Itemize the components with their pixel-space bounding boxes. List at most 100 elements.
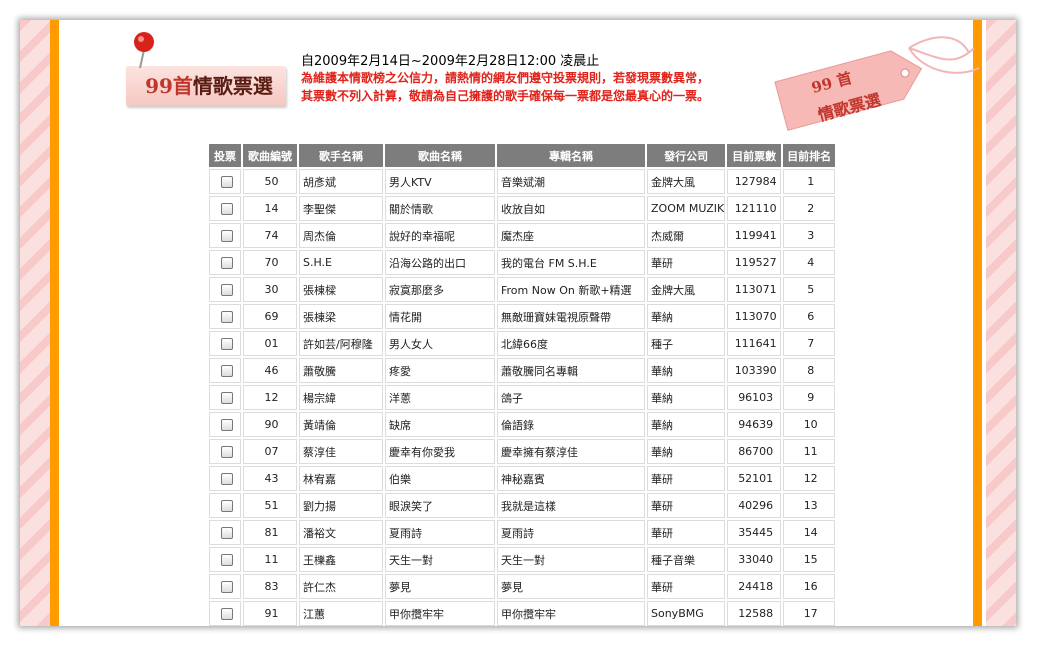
vote-checkbox-cell [209, 277, 241, 302]
artist-name: 潘裕文 [299, 520, 383, 545]
label-name: 華納 [647, 358, 726, 383]
vote-checkbox[interactable] [220, 203, 233, 215]
artist-name: 許仁杰 [299, 574, 383, 599]
album-name: 倫語錄 [497, 412, 645, 437]
table-row: 30 張棟樑 寂寞那麼多 From Now On 新歌+精選 金牌大風 113071 5 [209, 277, 836, 302]
vote-checkbox-cell [209, 493, 241, 518]
vote-checkbox[interactable] [220, 338, 233, 350]
rank: 11 [783, 439, 836, 464]
label-name: 華研 [647, 574, 726, 599]
vote-count: 33040 [727, 547, 782, 572]
album-name: 我的電台 FM S.H.E [497, 250, 645, 275]
label-name: 華納 [647, 439, 726, 464]
artist-name: 張棟梁 [299, 304, 383, 329]
table-row: 74 周杰倫 說好的幸福呢 魔杰座 杰威爾 119941 3 [209, 223, 836, 248]
song-number: 83 [243, 574, 297, 599]
song-title: 洋蔥 [385, 385, 495, 410]
vote-checkbox-cell [209, 358, 241, 383]
song-number: 69 [243, 304, 297, 329]
vote-count: 52101 [727, 466, 782, 491]
vote-checkbox[interactable] [220, 365, 233, 377]
album-name: 收放自如 [497, 196, 645, 221]
vote-checkbox[interactable] [220, 257, 233, 269]
artist-name: 黃靖倫 [299, 412, 383, 437]
rank: 3 [783, 223, 836, 248]
vote-checkbox[interactable] [220, 419, 233, 431]
rank: 9 [783, 385, 836, 410]
vote-checkbox[interactable] [220, 608, 233, 620]
label-name: 華納 [647, 385, 726, 410]
vote-checkbox[interactable] [220, 446, 233, 458]
label-name: SonyBMG [647, 601, 726, 626]
date-range-text: 自2009年2月14日~2009年2月28日12:00 凌晨止 [301, 54, 600, 69]
vote-count: 111641 [727, 331, 782, 356]
label-name: 華納 [647, 412, 726, 437]
label-name: 金牌大風 [647, 169, 726, 194]
song-title: 說好的幸福呢 [385, 223, 495, 248]
rank: 5 [783, 277, 836, 302]
song-number: 91 [243, 601, 297, 626]
label-name: 華納 [647, 304, 726, 329]
vote-count: 40296 [727, 493, 782, 518]
notice-line-1: 為維護本情歌榜之公信力，請熱情的網友們遵守投票規則，若發現票數異常， [301, 71, 710, 85]
table-row: 01 許如芸/阿穆隆 男人女人 北緯66度 種子 111641 7 [209, 331, 836, 356]
vote-count: 35445 [727, 520, 782, 545]
song-title: 眼淚笑了 [385, 493, 495, 518]
vote-checkbox-cell [209, 439, 241, 464]
artist-name: 林宥嘉 [299, 466, 383, 491]
tag-icon [774, 36, 980, 131]
vote-checkbox[interactable] [220, 554, 233, 566]
vote-count: 119527 [727, 250, 782, 275]
song-number: 14 [243, 196, 297, 221]
album-name: 夢見 [497, 574, 645, 599]
artist-name: 李聖傑 [299, 196, 383, 221]
table-row: 90 黃靖倫 缺席 倫語錄 華納 94639 10 [209, 412, 836, 437]
vote-checkbox[interactable] [220, 527, 233, 539]
artist-name: 胡彥斌 [299, 169, 383, 194]
rank: 7 [783, 331, 836, 356]
rank: 1 [783, 169, 836, 194]
song-number: 70 [243, 250, 297, 275]
vote-checkbox-cell [209, 466, 241, 491]
table-row: 51 劉力揚 眼淚笑了 我就是這樣 華研 40296 13 [209, 493, 836, 518]
logo-title-text: 情歌票選 [192, 74, 273, 98]
vote-checkbox[interactable] [220, 473, 233, 485]
song-title: 疼愛 [385, 358, 495, 383]
vote-checkbox[interactable] [220, 392, 233, 404]
table-row: 11 王櫟鑫 天生一對 天生一對 種子音樂 33040 15 [209, 547, 836, 572]
vote-checkbox[interactable] [220, 500, 233, 512]
artist-name: 周杰倫 [299, 223, 383, 248]
logo-count: 99首 [145, 74, 193, 98]
vote-checkbox-cell [209, 331, 241, 356]
notice-line-2: 其票數不列入計算，敬請為自己擁護的歌手確保每一票都是您最真心的一票。 [301, 89, 710, 103]
vote-checkbox-cell [209, 250, 241, 275]
label-name: 種子音樂 [647, 547, 726, 572]
artist-name: 蕭敬騰 [299, 358, 383, 383]
vote-checkbox[interactable] [220, 581, 233, 593]
artist-name: 蔡淳佳 [299, 439, 383, 464]
vote-count: 119941 [727, 223, 782, 248]
rank: 2 [783, 196, 836, 221]
song-title: 男人KTV [385, 169, 495, 194]
vote-count: 12588 [727, 601, 782, 626]
song-number: 12 [243, 385, 297, 410]
table-row: 81 潘裕文 夏雨詩 夏雨詩 華研 35445 14 [209, 520, 836, 545]
song-title: 情花開 [385, 304, 495, 329]
vote-count: 96103 [727, 385, 782, 410]
vote-checkbox-cell [209, 574, 241, 599]
rank: 17 [783, 601, 836, 626]
song-title: 伯樂 [385, 466, 495, 491]
vote-checkbox[interactable] [220, 284, 233, 296]
table-header-row: 投票 歌曲編號 歌手名稱 歌曲名稱 專輯名稱 發行公司 目前票數 目前排名 [209, 144, 836, 167]
song-title: 寂寞那麼多 [385, 277, 495, 302]
vote-checkbox-cell [209, 601, 241, 626]
label-name: 華研 [647, 250, 726, 275]
vote-checkbox[interactable] [220, 311, 233, 323]
vote-checkbox-cell [209, 547, 241, 572]
vote-checkbox[interactable] [220, 230, 233, 242]
rank: 14 [783, 520, 836, 545]
label-name: 種子 [647, 331, 726, 356]
vote-checkbox[interactable] [220, 176, 233, 188]
table-row: 50 胡彥斌 男人KTV 音樂斌潮 金牌大風 127984 1 [209, 169, 836, 194]
song-title: 夢見 [385, 574, 495, 599]
